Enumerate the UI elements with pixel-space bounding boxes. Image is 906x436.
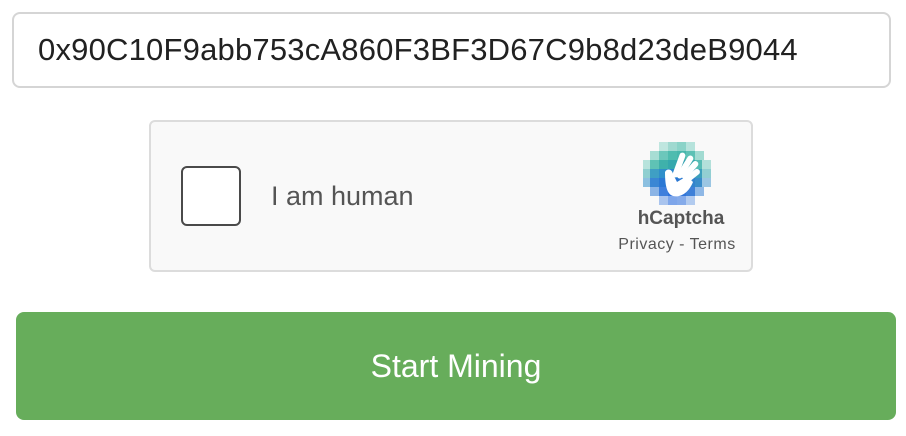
links-separator: -	[674, 236, 690, 253]
faucet-form: I am human	[0, 0, 906, 436]
captcha-label: I am human	[271, 181, 414, 211]
captcha-checkbox[interactable]	[181, 166, 241, 226]
captcha-links: Privacy - Terms	[597, 236, 757, 254]
wallet-address-input[interactable]	[12, 12, 891, 88]
privacy-link[interactable]: Privacy	[618, 236, 674, 253]
hcaptcha-brand: hCaptcha	[637, 208, 725, 229]
hcaptcha-hand-icon	[643, 142, 711, 205]
start-mining-button[interactable]: Start Mining	[16, 312, 896, 420]
terms-link[interactable]: Terms	[690, 236, 736, 253]
hcaptcha-widget: I am human hCaptcha Privacy - Terms	[149, 120, 753, 272]
